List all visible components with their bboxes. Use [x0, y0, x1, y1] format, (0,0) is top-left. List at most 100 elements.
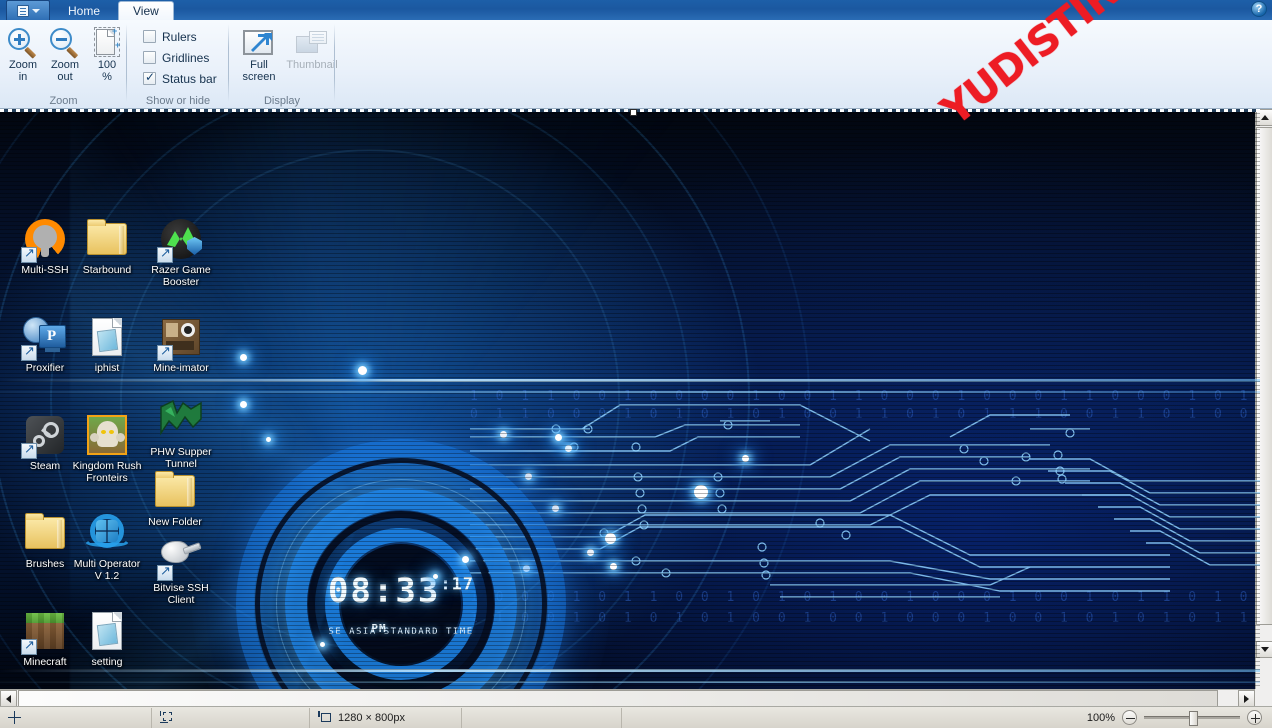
thumbnail-button[interactable]: Thumbnail — [283, 25, 341, 83]
desktop-icon-label: Starbound — [82, 264, 132, 276]
help-icon[interactable]: ? — [1251, 1, 1267, 17]
status-bar-label: Status bar — [162, 71, 217, 86]
desktop-icon-label: Kingdom Rush Fronteirs — [72, 460, 142, 484]
desktop-icon-mine-imator[interactable]: Mine-imator — [144, 313, 218, 375]
horizontal-scrollbar[interactable] — [0, 689, 1255, 707]
desktop-icon-phw-supper-tunnel[interactable]: PHW Supper Tunnel — [144, 397, 218, 470]
desktop-icon-razer-game-booster[interactable]: Razer Game Booster — [144, 215, 218, 288]
status-bar-checkbox-icon — [143, 70, 156, 85]
actual-size-button[interactable]: + + 100 % — [86, 23, 128, 83]
proxifier-icon: P — [21, 313, 69, 361]
razer-booster-icon — [157, 215, 205, 263]
gridlines-checkbox-icon — [143, 51, 156, 64]
document-icon — [83, 607, 131, 655]
folder-icon — [21, 509, 69, 557]
zoom-out-label-1: Zoom — [50, 59, 80, 71]
group-label-display: Display — [263, 95, 301, 107]
full-screen-button[interactable]: Full screen — [235, 25, 283, 83]
wallpaper-band-bottom2 — [0, 681, 1260, 683]
zoom-slider-thumb[interactable] — [1189, 711, 1198, 726]
actual-size-label-1: 100 — [97, 59, 117, 71]
wallpaper-band-bottom — [0, 669, 1260, 672]
canvas-workspace[interactable]: 1 0 1 1 0 0 1 0 0 0 0 1 0 0 1 1 0 0 0 1 … — [0, 109, 1272, 689]
fullscreen-icon — [242, 29, 276, 59]
desktop-icon-starbound[interactable]: Starbound — [70, 215, 144, 277]
zoom-control: 100% — [1081, 710, 1272, 726]
paint-canvas[interactable]: 1 0 1 1 0 0 1 0 0 0 0 1 0 0 1 1 0 0 0 1 … — [0, 109, 1260, 689]
thumbnail-icon — [295, 29, 329, 59]
desktop-icon-multi-operator[interactable]: Multi Operator V 1.2 — [70, 509, 144, 582]
scrollbar-corner — [1255, 689, 1272, 706]
scroll-right-button[interactable] — [1238, 690, 1255, 707]
ribbon-group-show-or-hide: Rulers Gridlines Status bar Show or hide — [127, 20, 229, 109]
triangle-right-icon — [1244, 694, 1249, 703]
zoom-out-icon[interactable] — [1122, 710, 1137, 725]
desktop-icon-label: New Folder — [148, 516, 202, 528]
tab-view[interactable]: View — [118, 1, 174, 20]
zoom-in-label-2: in — [18, 71, 28, 83]
triangle-left-icon — [6, 694, 11, 703]
horizontal-scroll-thumb[interactable] — [18, 690, 1218, 707]
rulers-label: Rulers — [162, 29, 197, 44]
clock-seconds: 17 — [451, 574, 475, 595]
full-screen-label-1: Full — [250, 59, 268, 71]
multioperator-icon — [83, 509, 131, 557]
full-screen-label-2: screen — [242, 71, 276, 83]
phw-tunnel-icon — [157, 397, 205, 445]
desktop-icon-iphist[interactable]: iphist — [70, 313, 144, 375]
kingdomrush-icon — [83, 411, 131, 459]
desktop-icon-label: Razer Game Booster — [151, 264, 211, 288]
zoom-out-button[interactable]: Zoom out — [44, 23, 86, 83]
zoom-in-button[interactable]: Zoom in — [2, 23, 44, 83]
folder-icon — [83, 215, 131, 263]
mineimator-icon — [157, 313, 205, 361]
group-label-zoom: Zoom — [49, 95, 78, 107]
paint-menu-button[interactable] — [6, 0, 50, 20]
checkbox-gridlines[interactable]: Gridlines — [139, 47, 217, 68]
desktop-icon-bitvise-ssh-client[interactable]: Bitvise SSH Client — [144, 533, 218, 606]
tab-home[interactable]: Home — [54, 1, 114, 20]
minecraft-icon — [21, 607, 69, 655]
zoom-out-label-2: out — [57, 71, 73, 83]
desktop-icon-setting[interactable]: setting — [70, 607, 144, 669]
actual-size-icon: + + — [91, 27, 123, 59]
magnifier-plus-icon — [7, 27, 39, 59]
wallpaper-hud-clock: 08:33:17 PM SE ASIA STANDARD TIME — [186, 389, 616, 689]
checkbox-status-bar[interactable]: Status bar — [139, 68, 217, 89]
status-cursor-position — [0, 707, 152, 728]
actual-size-label-2: % — [102, 71, 112, 83]
clock-hhmm: 08:33 — [327, 571, 441, 611]
zoom-slider-track[interactable] — [1144, 711, 1240, 726]
openssh-icon — [21, 215, 69, 263]
selection-size-icon — [160, 711, 174, 724]
magnifier-minus-icon — [49, 27, 81, 59]
status-image-size: 1280 × 800px — [310, 707, 462, 728]
gridlines-label: Gridlines — [162, 50, 210, 65]
status-spacer — [622, 708, 1077, 728]
desktop-icon-label: Bitvise SSH Client — [153, 582, 209, 606]
document-icon — [83, 313, 131, 361]
folder-icon — [151, 467, 199, 515]
scroll-left-button[interactable] — [0, 690, 17, 707]
desktop-icon-label: Multi Operator V 1.2 — [73, 558, 141, 582]
bitvise-icon — [157, 533, 205, 581]
selection-handle-top-center[interactable] — [630, 109, 637, 116]
wallpaper-band-top — [0, 379, 1260, 382]
status-bar: 1280 × 800px 100% — [0, 706, 1272, 728]
desktop-icon-new-folder[interactable]: New Folder — [138, 467, 212, 529]
triangle-up-icon — [1260, 115, 1269, 120]
image-size-icon — [318, 711, 332, 724]
clock-ampm: PM — [371, 622, 387, 635]
thumbnail-label: Thumbnail — [286, 59, 338, 71]
paint-menu-icon — [16, 4, 29, 17]
zoom-in-icon[interactable] — [1247, 710, 1262, 725]
checkbox-rulers[interactable]: Rulers — [139, 26, 217, 47]
image-size-value: 1280 × 800px — [338, 711, 405, 724]
group-label-show-or-hide: Show or hide — [145, 95, 211, 107]
ribbon-group-zoom: Zoom in Zoom out + + 100 % Zoom — [0, 20, 127, 109]
crosshair-icon — [8, 711, 21, 724]
wallpaper-band-top2 — [0, 391, 1260, 393]
desktop-icon-kingdom-rush-fronteirs[interactable]: Kingdom Rush Fronteirs — [70, 411, 144, 484]
triangle-down-icon — [1260, 647, 1269, 652]
zoom-in-label-1: Zoom — [8, 59, 38, 71]
